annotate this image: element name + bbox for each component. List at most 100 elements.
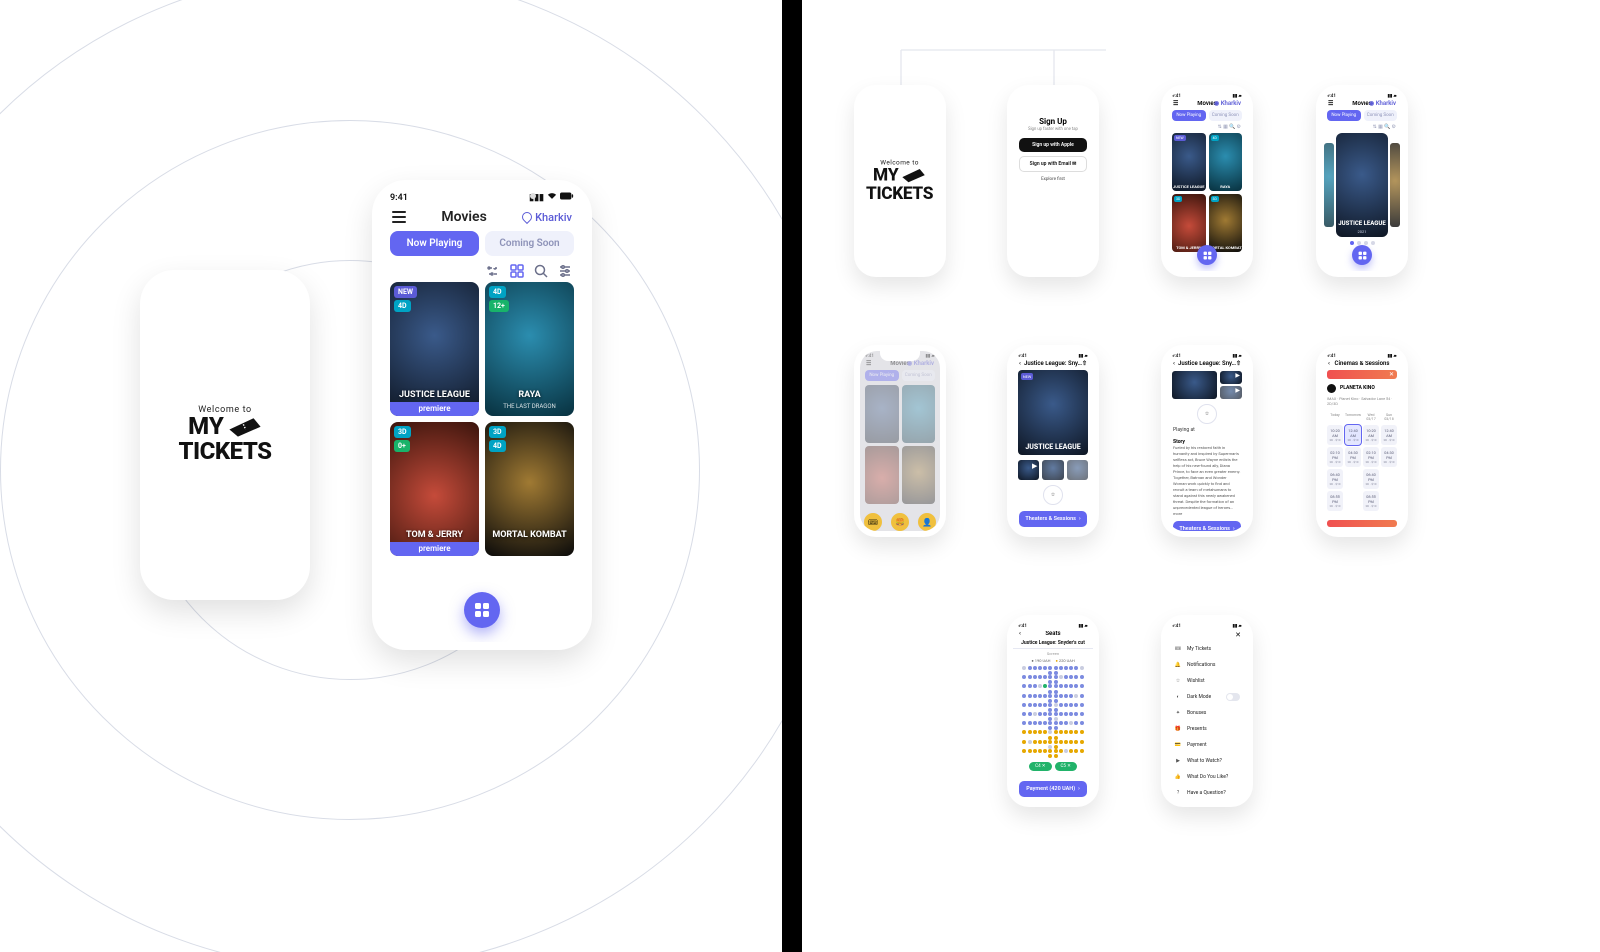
theaters-button[interactable]: Theaters & Sessions› [1173, 521, 1241, 531]
thumb-detail-hero: 9:41▮▮ ▰ ‹Justice League: Sny…⇧ NEW JUST… [1007, 345, 1099, 537]
playing-at-label: Playing at [1167, 426, 1247, 434]
theaters-label: Theaters & Sessions [1025, 516, 1076, 522]
fab-discover[interactable] [1352, 245, 1372, 265]
session-slot[interactable]: 06:40 PM2D · $10 [1327, 469, 1343, 489]
story-text: Fueled by his restored faith in humanity… [1167, 445, 1247, 517]
thumb-detail-story: 9:41▮▮ ▰ ‹Justice League: Sny…⇧ ▶ ▶ ☆ Pl… [1161, 345, 1253, 537]
theaters-label: Theaters & Sessions [1179, 526, 1230, 531]
seat-map[interactable] [1013, 666, 1093, 758]
phone-welcome: Welcome to MY TICKETS [140, 270, 310, 600]
dark-mode-toggle[interactable] [1226, 693, 1240, 701]
explore-link[interactable]: Explore first [1013, 177, 1093, 182]
movie-poster[interactable]: 4D12+RAYATHE LAST DRAGON [485, 282, 574, 416]
grid-icon[interactable] [510, 264, 524, 278]
location-label: Kharkiv [1376, 100, 1396, 107]
menu-label: Wishlist [1187, 678, 1205, 684]
menu-button[interactable] [392, 211, 406, 223]
sort-icon[interactable] [486, 264, 500, 278]
fab-discover[interactable] [1197, 245, 1217, 265]
ticket-icon [902, 167, 926, 183]
fab-option-1[interactable]: 🎟 [863, 512, 883, 531]
menu-item[interactable]: 🎁Presents [1167, 721, 1247, 737]
session-slot[interactable]: 10:20 AM2D · $10 [1363, 425, 1379, 445]
menu-item[interactable]: 👍What Do You Like? [1167, 769, 1247, 785]
session-table: TodayTomorrowWed 03/17Sun 03/1810:20 AM2… [1322, 408, 1402, 516]
payment-label: Payment (420 UAH) [1026, 786, 1075, 792]
menu-icon: 🔔 [1174, 661, 1182, 669]
menu-item[interactable]: ▶What to Watch? [1167, 753, 1247, 769]
cinema-name: PLANETA KINO [1340, 385, 1375, 391]
fab-option-2[interactable]: 🍔 [890, 512, 910, 531]
legend-1: 190 UAH [1035, 658, 1051, 663]
fab-option-3[interactable]: 👤 [917, 512, 937, 531]
menu-item[interactable]: 💳Payment [1167, 737, 1247, 753]
bookmark-button[interactable]: ☆ [1197, 404, 1217, 424]
close-icon[interactable]: ✕ [1235, 631, 1241, 639]
menu-item[interactable]: 🔔 Notifications [1167, 657, 1247, 673]
movie-poster[interactable]: 3D0+TOM & JERRYpremiere [390, 422, 479, 556]
menu-icon: 🎟 [1174, 645, 1182, 653]
menu-label: Payment [1187, 742, 1207, 748]
menu-label: Dark Mode [1187, 694, 1211, 700]
filter-icon[interactable] [558, 264, 572, 278]
session-slot[interactable]: 12:40 AM2D · $10 [1345, 425, 1361, 445]
menu-icon: 🎁 [1174, 725, 1182, 733]
carousel-sub: 2021 [1336, 229, 1388, 234]
brand-logo: Welcome to MY TICKETS [178, 405, 271, 466]
menu-item[interactable]: ?Have a Question? [1167, 785, 1247, 801]
menu-item[interactable]: ☆ Wishlist [1167, 673, 1247, 689]
thumb-welcome: Welcome to MY TICKETS [854, 85, 946, 277]
sel-1: C4 [1035, 764, 1040, 769]
location-button[interactable]: Kharkiv [522, 211, 572, 224]
poster-grid: NEW4DJUSTICE LEAGUEpremiere4D12+RAYATHE … [380, 282, 584, 556]
tab-coming-soon[interactable]: Coming Soon [1364, 110, 1398, 121]
bookmark-button[interactable]: ☆ [1043, 485, 1063, 505]
payment-button[interactable]: Payment (420 UAH)› [1019, 781, 1087, 797]
session-slot[interactable]: 06:40 PM2D · $10 [1363, 469, 1379, 489]
session-slot[interactable]: 04:30 PM2D · $10 [1345, 447, 1361, 467]
screen-label: Screen [1013, 648, 1093, 656]
brand-word-my: MY [188, 415, 224, 438]
menu-item[interactable]: 🎟 My Tickets [1167, 641, 1247, 657]
movie-poster[interactable]: 3D4DMORTAL KOMBAT [485, 422, 574, 556]
tab-coming-soon[interactable]: Coming Soon [485, 231, 574, 256]
theaters-button[interactable]: Theaters & Sessions› [1019, 511, 1087, 527]
menu-icon: ✦ [1174, 709, 1182, 717]
session-slot[interactable]: 04:30 PM2D · $10 [1381, 447, 1397, 467]
tab-now-playing[interactable]: Now Playing [1172, 110, 1206, 121]
tab-coming-soon[interactable]: Coming Soon [1209, 110, 1243, 121]
session-slot[interactable]: 12:40 AM2D · $10 [1381, 425, 1397, 445]
session-slot[interactable]: 08:55 PM2D · $10 [1327, 491, 1343, 511]
page-title: Movies [441, 209, 486, 225]
session-slot[interactable]: 02:10 PM2D · $10 [1363, 447, 1379, 467]
menu-icon: ◐ [1174, 693, 1182, 701]
menu-label: Have a Question? [1187, 790, 1226, 796]
phone-movies: 9:41 ▮▮▮ Movies Kharkiv [372, 180, 592, 650]
fab-discover[interactable] [464, 592, 500, 628]
movie-poster[interactable]: NEW4DJUSTICE LEAGUEpremiere [390, 282, 479, 416]
location-label: Kharkiv [535, 211, 572, 224]
menu-label: My Tickets [1187, 646, 1211, 652]
flow-board: Welcome to MY TICKETS Sign Up Sign up fa… [806, 0, 1600, 952]
menu-label: Notifications [1187, 662, 1215, 668]
detail-title: Justice League: Sny… [1178, 360, 1236, 367]
menu-icon: ☆ [1174, 677, 1182, 685]
tab-now-playing[interactable]: Now Playing [390, 231, 479, 256]
search-icon[interactable] [534, 264, 548, 278]
sessions-title: Cinemas & Sessions [1335, 360, 1390, 367]
menu-item[interactable]: ✦Bonuses [1167, 705, 1247, 721]
session-slot[interactable]: 10:20 AM2D · $10 [1327, 425, 1343, 445]
thumb-sessions: 9:41▮▮ ▰ ‹Cinemas & Sessions ✕ PLANETA K… [1316, 345, 1408, 537]
sel-2: C5 [1061, 764, 1066, 769]
menu-list: 🎟 My Tickets 🔔 Notifications ☆ Wishlist ◐ Dark … [1167, 641, 1247, 801]
signup-apple-button[interactable]: Sign up with Apple [1019, 138, 1087, 152]
seats-movie: Justice League: Snyder's cut [1013, 640, 1093, 646]
session-slot[interactable]: 08:55 PM2D · $10 [1363, 491, 1379, 511]
battery-icon [560, 192, 574, 203]
signup-email-button[interactable]: Sign up with Email ✉ [1019, 156, 1087, 172]
menu-item[interactable]: ◐ Dark Mode [1167, 689, 1247, 705]
brand-word-tickets: TICKETS [178, 437, 271, 465]
thumb-movies-grid: 9:41▮▮ ▰ ☰Movies◉ Kharkiv Now PlayingCom… [1161, 85, 1253, 277]
tab-now-playing[interactable]: Now Playing [1327, 110, 1361, 121]
session-slot[interactable]: 02:10 PM2D · $10 [1327, 447, 1343, 467]
